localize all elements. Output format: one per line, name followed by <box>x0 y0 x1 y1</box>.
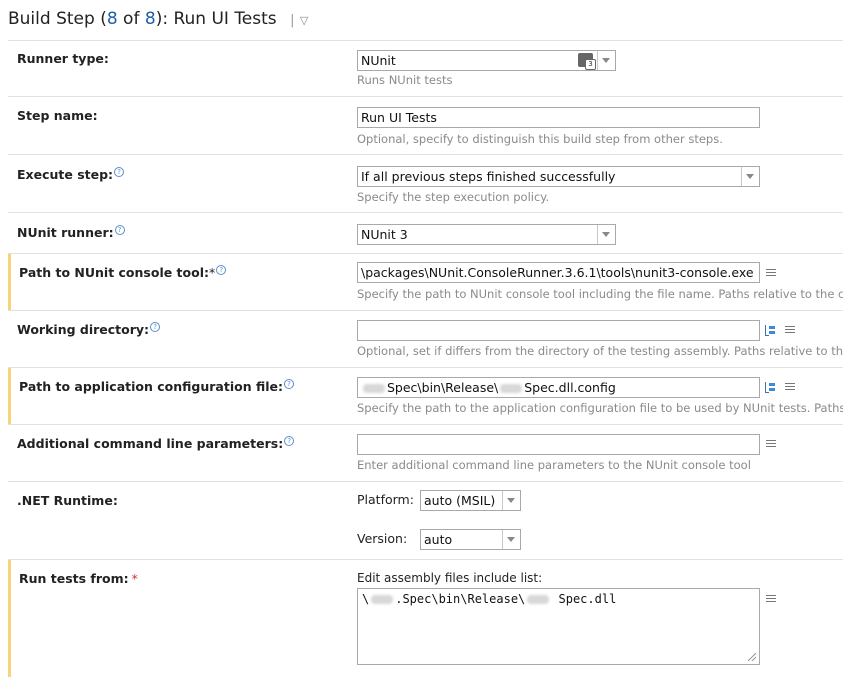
assembly-text-b: .Spec\bin\Release\ <box>395 592 526 606</box>
nunit-runner-select[interactable]: NUnit 3 <box>357 224 616 245</box>
list-icon[interactable] <box>785 326 795 335</box>
redacted-text <box>371 595 394 604</box>
chevron-down-icon[interactable] <box>502 491 520 510</box>
platform-select[interactable]: auto (MSIL) <box>420 490 521 511</box>
resize-handle-icon[interactable] <box>748 653 756 661</box>
step-menu-arrow-icon[interactable]: ▽ <box>300 14 308 27</box>
app-config-label-text: Path to application configuration file: <box>19 379 283 395</box>
platform-label: Platform: <box>357 492 414 507</box>
additional-params-label-text: Additional command line parameters: <box>17 436 284 452</box>
step-name-value: Run UI Tests <box>361 110 437 125</box>
version-value: auto <box>424 532 453 547</box>
execute-step-label-text: Execute step: <box>17 167 114 183</box>
version-select[interactable]: auto <box>420 529 521 550</box>
working-dir-input[interactable] <box>357 320 760 341</box>
title-suffix: ): Run UI Tests <box>155 9 277 29</box>
runner-type-note: Runs NUnit tests <box>357 73 453 87</box>
assembly-text-a: \ <box>362 592 370 606</box>
redacted-text <box>527 595 550 604</box>
working-dir-row: Working directory:? Optional, set if dif… <box>8 310 843 368</box>
dotnet-runtime-label: .NET Runtime: <box>17 493 118 508</box>
list-icon[interactable] <box>766 440 776 449</box>
run-tests-label-text: Run tests from: <box>19 571 129 586</box>
list-icon[interactable] <box>785 383 795 392</box>
help-icon[interactable]: ? <box>150 322 161 332</box>
working-dir-label-text: Working directory: <box>17 322 150 338</box>
step-name-row: Step name: Run UI Tests Optional, specif… <box>8 96 843 155</box>
list-icon[interactable] <box>766 595 776 604</box>
runner-type-value: NUnit <box>361 53 396 68</box>
console-tool-label-text: Path to NUnit console tool: <box>19 265 209 281</box>
working-dir-label: Working directory:? <box>17 322 161 338</box>
runner-badge-icon <box>578 53 596 70</box>
run-tests-label: Run tests from: * <box>19 571 138 586</box>
assembly-list-textarea[interactable]: \ .Spec\bin\Release\ Spec.dll <box>357 588 760 665</box>
chevron-down-icon[interactable] <box>597 51 615 70</box>
nunit-runner-row: NUnit runner:? NUnit 3 <box>8 212 843 254</box>
execute-step-value: If all previous steps finished successfu… <box>361 169 616 184</box>
help-icon[interactable]: ? <box>114 167 125 177</box>
chevron-down-icon[interactable] <box>502 530 520 549</box>
tree-browse-icon[interactable] <box>764 381 776 393</box>
step-name-note: Optional, specify to distinguish this bu… <box>357 132 723 146</box>
working-dir-note: Optional, set if differs from the direct… <box>357 344 843 358</box>
total-steps-link[interactable]: 8 <box>145 9 156 29</box>
app-config-row: Path to application configuration file:?… <box>8 367 843 425</box>
step-name-label: Step name: <box>17 108 98 123</box>
execute-step-row: Execute step:? If all previous steps fin… <box>8 154 843 213</box>
app-config-label: Path to application configuration file:? <box>19 379 294 394</box>
step-name-input[interactable]: Run UI Tests <box>357 107 760 128</box>
title-of: of <box>117 9 145 29</box>
app-config-note: Specify the path to the application conf… <box>357 401 843 415</box>
redacted-text <box>500 384 523 393</box>
edit-assembly-label: Edit assembly files include list: <box>357 571 543 585</box>
nunit-runner-value: NUnit 3 <box>361 227 408 242</box>
run-tests-row: Run tests from: * Edit assembly files inc… <box>8 559 843 677</box>
title-prefix: Build Step ( <box>8 9 107 29</box>
platform-value: auto (MSIL) <box>424 493 496 508</box>
additional-params-row: Additional command line parameters:? Ent… <box>8 424 843 482</box>
redacted-text <box>363 384 385 393</box>
execute-step-label: Execute step:? <box>17 167 125 183</box>
runner-type-label: Runner type: <box>17 51 109 66</box>
console-tool-input[interactable]: \packages\NUnit.ConsoleRunner.3.6.1\tool… <box>357 262 760 283</box>
help-icon[interactable]: ? <box>283 379 294 389</box>
console-tool-row: Path to NUnit console tool:*? \packages\… <box>8 253 843 311</box>
dotnet-runtime-row: .NET Runtime: Platform: auto (MSIL) Vers… <box>8 481 843 560</box>
title-separator: | <box>290 13 295 28</box>
help-icon[interactable]: ? <box>284 436 295 446</box>
help-icon[interactable]: ? <box>216 265 227 275</box>
required-star: * <box>131 571 138 586</box>
list-icon[interactable] <box>766 269 776 278</box>
help-icon[interactable]: ? <box>114 225 125 235</box>
app-config-input[interactable]: Spec\bin\Release\ Spec.dll.config <box>357 377 760 398</box>
console-tool-value: \packages\NUnit.ConsoleRunner.3.6.1\tool… <box>361 265 754 280</box>
execute-step-note: Specify the step execution policy. <box>357 190 550 204</box>
app-config-value-b: Spec.dll.config <box>524 380 616 395</box>
app-config-value-a: Spec\bin\Release\ <box>387 380 499 395</box>
current-step-link[interactable]: 8 <box>107 9 118 29</box>
additional-params-label: Additional command line parameters:? <box>17 436 295 452</box>
runner-type-select[interactable]: NUnit <box>357 50 616 71</box>
chevron-down-icon[interactable] <box>597 225 615 244</box>
required-star: * <box>209 265 216 281</box>
version-label: Version: <box>357 531 408 546</box>
nunit-runner-label: NUnit runner:? <box>17 225 125 240</box>
console-tool-label: Path to NUnit console tool:*? <box>19 265 227 281</box>
additional-params-input[interactable] <box>357 434 760 455</box>
tree-browse-icon[interactable] <box>764 324 776 336</box>
console-tool-note: Specify the path to NUnit console tool i… <box>357 287 843 301</box>
nunit-runner-label-text: NUnit runner: <box>17 225 114 241</box>
chevron-down-icon[interactable] <box>741 167 759 186</box>
execute-step-select[interactable]: If all previous steps finished successfu… <box>357 166 760 187</box>
assembly-text-c: Spec.dll <box>551 592 617 606</box>
additional-params-note: Enter additional command line parameters… <box>357 458 751 472</box>
page-title: Build Step (8 of 8): Run UI Tests | ▽ <box>8 9 308 29</box>
runner-type-row: Runner type: NUnit Runs NUnit tests <box>8 40 843 97</box>
